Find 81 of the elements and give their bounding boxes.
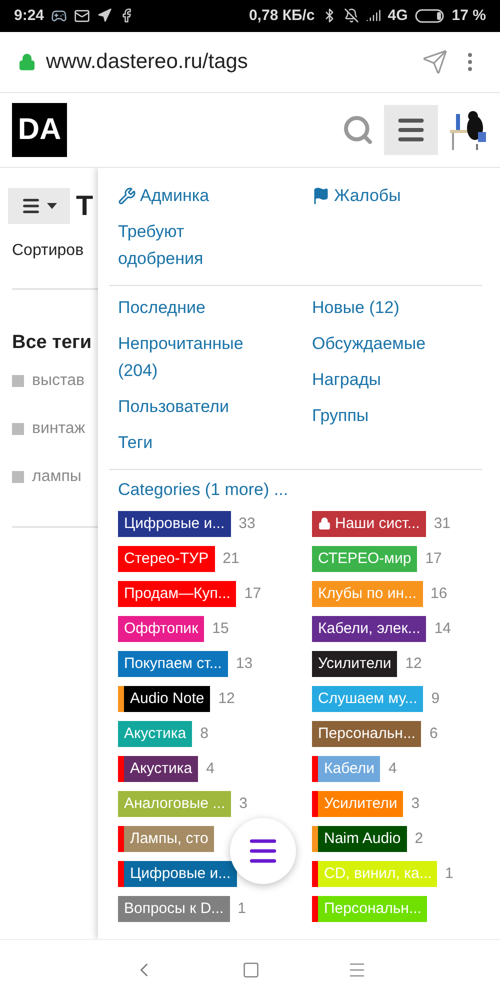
category-badge[interactable]: Продам—Куп... bbox=[118, 580, 236, 607]
category-badge[interactable]: Лампы, сто bbox=[118, 826, 214, 852]
topic-count: 17 bbox=[425, 550, 442, 568]
topic-count: 4 bbox=[206, 760, 214, 778]
menu-link[interactable]: Админка bbox=[118, 178, 268, 214]
menu-link[interactable]: Обсуждаемые bbox=[312, 326, 482, 362]
site-logo[interactable]: DA bbox=[12, 102, 67, 157]
page-title: Т bbox=[76, 190, 94, 222]
signal-icon bbox=[366, 8, 381, 24]
topic-count: 8 bbox=[200, 725, 208, 742]
network-type: 4G bbox=[388, 7, 408, 24]
menu-link[interactable]: Теги bbox=[118, 424, 268, 461]
wrench-icon bbox=[118, 186, 136, 205]
menu-link[interactable]: Награды bbox=[312, 362, 482, 398]
sort-label: Сортиров bbox=[12, 242, 85, 260]
search-icon[interactable] bbox=[342, 114, 374, 146]
menu-link[interactable]: Жалобы bbox=[312, 178, 482, 214]
category-badge[interactable]: Наши сист... bbox=[312, 510, 426, 537]
tag-link[interactable]: винтаж bbox=[32, 420, 86, 438]
topic-count: 12 bbox=[218, 690, 235, 708]
topic-count: 17 bbox=[244, 585, 262, 602]
topic-count: 1 bbox=[238, 900, 246, 918]
category-badge[interactable]: Вопросы к D... bbox=[118, 896, 230, 922]
battery-level: 17 % bbox=[452, 7, 486, 24]
battery-icon bbox=[414, 8, 445, 23]
menu-button[interactable] bbox=[384, 104, 438, 155]
network-speed: 0,78 КБ/с bbox=[248, 7, 315, 24]
topic-count: 15 bbox=[212, 620, 229, 638]
categories-link[interactable]: Categories (1 more) ... bbox=[118, 480, 482, 500]
topic-count: 31 bbox=[434, 515, 451, 532]
topic-count: 33 bbox=[238, 515, 256, 532]
category-badge[interactable]: Усилители bbox=[312, 650, 398, 677]
lock-icon bbox=[18, 52, 36, 71]
topic-count: 12 bbox=[405, 655, 422, 672]
topic-count: 14 bbox=[434, 620, 451, 638]
category-badge[interactable]: Акустика bbox=[118, 720, 192, 747]
category-badge[interactable]: СТЕРЕО-мир bbox=[312, 546, 418, 572]
paper-plane-icon bbox=[97, 8, 112, 24]
send-icon[interactable] bbox=[422, 48, 448, 75]
topic-count: 4 bbox=[388, 760, 397, 778]
category-badge[interactable]: Стерео-ТУР bbox=[118, 546, 215, 572]
topic-count: 9 bbox=[431, 690, 440, 708]
flag-icon bbox=[312, 186, 330, 205]
gamepad-icon bbox=[51, 8, 68, 24]
topic-count: 1 bbox=[445, 865, 454, 882]
menu-link[interactable]: Пользователи bbox=[118, 388, 268, 425]
tag-square-icon bbox=[12, 422, 24, 435]
mail-icon bbox=[74, 8, 90, 24]
category-badge[interactable]: Акустика bbox=[118, 756, 198, 782]
section-title: Все теги bbox=[12, 332, 93, 354]
category-badge[interactable]: Персональн... bbox=[312, 720, 422, 747]
menu-link[interactable]: Последние bbox=[118, 290, 268, 326]
category-badge[interactable]: Покупаем ст... bbox=[118, 650, 228, 677]
tag-square-icon bbox=[12, 470, 24, 483]
url-field[interactable]: www.dastereo.ru/tags bbox=[46, 50, 412, 74]
topic-count: 3 bbox=[239, 795, 248, 812]
category-badge[interactable]: Цифровые и... bbox=[118, 510, 231, 537]
topic-count: 21 bbox=[222, 550, 240, 568]
topic-count: 6 bbox=[429, 725, 438, 742]
category-badge[interactable]: Audio Note bbox=[118, 686, 210, 712]
topic-count: 13 bbox=[236, 655, 253, 672]
menu-link[interactable]: Требуют одобрения bbox=[118, 214, 268, 277]
menu-link[interactable]: Непрочитанные (204) bbox=[118, 326, 268, 389]
category-badge[interactable]: Кабели, элек... bbox=[312, 616, 426, 642]
category-badge[interactable]: Naim Audio bbox=[312, 826, 407, 852]
home-icon[interactable] bbox=[242, 961, 260, 980]
tag-link[interactable]: выстав bbox=[32, 372, 85, 390]
tag-square-icon bbox=[12, 374, 24, 387]
topic-count: 2 bbox=[414, 830, 424, 848]
topic-count: 16 bbox=[430, 585, 448, 602]
page-menu-button[interactable] bbox=[8, 188, 70, 224]
topic-count: 3 bbox=[411, 795, 420, 812]
category-badge[interactable]: Слушаем му... bbox=[312, 686, 424, 712]
bell-off-icon bbox=[344, 8, 359, 24]
status-time: 9:24 bbox=[14, 7, 44, 24]
category-badge[interactable]: Оффтопик bbox=[118, 616, 204, 642]
menu-link[interactable]: Группы bbox=[312, 398, 482, 434]
menu-link[interactable]: Новые (12) bbox=[312, 290, 482, 326]
caret-icon bbox=[47, 202, 57, 209]
category-badge[interactable]: Цифровые и... bbox=[118, 860, 237, 887]
tag-link[interactable]: лампы bbox=[32, 468, 82, 486]
